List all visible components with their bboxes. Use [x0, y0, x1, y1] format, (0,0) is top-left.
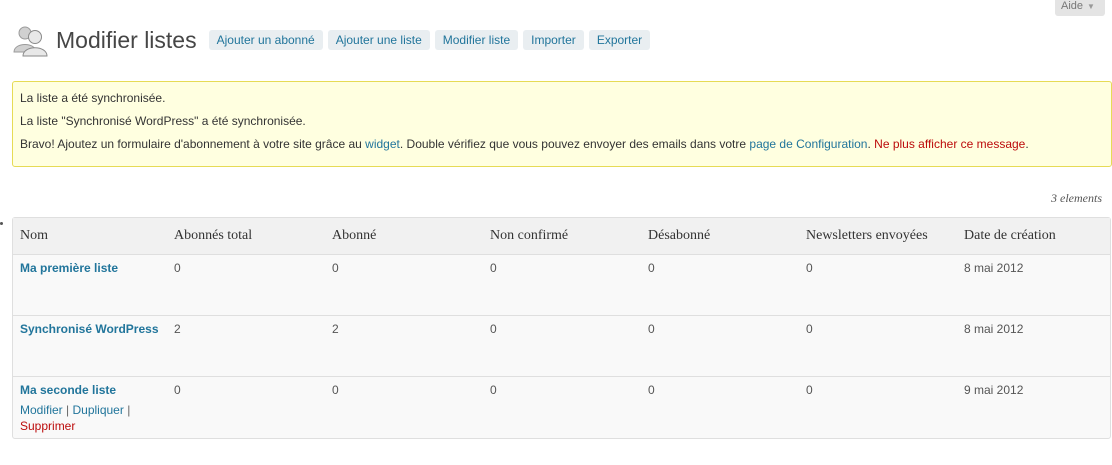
cell-total: 2: [167, 316, 325, 377]
widget-link[interactable]: widget: [365, 137, 400, 151]
notice-text: Bravo! Ajoutez un formulaire d'abonnemen…: [20, 137, 366, 151]
dismiss-message-link[interactable]: Ne plus afficher ce message: [874, 137, 1025, 151]
bullet-dot: [0, 222, 3, 225]
notice-line-wordpress-synced: La liste "Synchronisé WordPress" a été s…: [20, 114, 306, 128]
column-header-unconfirmed[interactable]: Non confirmé: [483, 218, 641, 255]
chevron-down-icon: ▼: [1087, 2, 1095, 11]
cell-unsubscribed: 0: [641, 255, 799, 316]
column-header-unsubscribed[interactable]: Désabonné: [641, 218, 799, 255]
cell-subscribed: 0: [325, 255, 483, 316]
table-row: Ma seconde liste Modifier | Dupliquer | S…: [13, 377, 1110, 438]
page-header: Modifier listes Ajouter un abonné Ajoute…: [12, 20, 655, 60]
notice-line-tips: Bravo! Ajoutez un formulaire d'abonnemen…: [20, 136, 1104, 152]
cell-unconfirmed: 0: [490, 383, 497, 397]
delete-link[interactable]: Supprimer: [20, 419, 75, 433]
help-tab-label: Aide: [1061, 0, 1084, 12]
cell-unsubscribed: 0: [648, 383, 655, 397]
column-header-total[interactable]: Abonnés total: [167, 218, 325, 255]
cell-total: 0: [167, 255, 325, 316]
items-count: 3 elements: [1051, 191, 1102, 205]
table-row: Ma première liste 0 0 0 0 0 8 mai 2012: [13, 255, 1110, 316]
list-name-link[interactable]: Ma première liste: [20, 261, 118, 275]
column-header-newsletters[interactable]: Newsletters envoyées: [799, 218, 957, 255]
configuration-page-link[interactable]: page de Configuration: [749, 137, 867, 151]
export-button[interactable]: Exporter: [588, 30, 651, 50]
table-header-row: Nom Abonnés total Abonné Non confirmé Dé…: [13, 218, 1110, 255]
cell-subscribed: 0: [332, 383, 339, 397]
notice-text: . Double vérifiez que vous pouvez envoye…: [399, 137, 750, 151]
add-list-button[interactable]: Ajouter une liste: [327, 30, 430, 50]
list-name-link[interactable]: Synchronisé WordPress: [20, 322, 159, 336]
cell-subscribed: 2: [325, 316, 483, 377]
help-tab[interactable]: Aide ▼: [1055, 0, 1105, 16]
page-title: Modifier listes: [56, 26, 197, 53]
update-notice: La liste a été synchronisée. La liste "S…: [12, 81, 1112, 167]
column-header-subscribed[interactable]: Abonné: [325, 218, 483, 255]
duplicate-link[interactable]: Dupliquer: [72, 403, 123, 417]
cell-unconfirmed: 0: [483, 316, 641, 377]
cell-newsletters: 0: [799, 255, 957, 316]
edit-link[interactable]: Modifier: [20, 403, 63, 417]
cell-date: 9 mai 2012: [964, 383, 1024, 397]
table-row: Synchronisé WordPress 2 2 0 0 0 8 mai 20…: [13, 316, 1110, 377]
import-button[interactable]: Importer: [523, 30, 584, 50]
column-header-created[interactable]: Date de création: [957, 218, 1110, 255]
separator: |: [123, 403, 131, 417]
cell-date: 8 mai 2012: [957, 316, 1110, 377]
list-name-link[interactable]: Ma seconde liste: [20, 383, 116, 397]
cell-newsletters: 0: [806, 383, 813, 397]
cell-unsubscribed: 0: [641, 316, 799, 377]
row-actions: Modifier | Dupliquer | Supprimer: [20, 402, 160, 434]
add-subscriber-button[interactable]: Ajouter un abonné: [208, 30, 323, 50]
cell-date: 8 mai 2012: [957, 255, 1110, 316]
users-icon: [13, 26, 48, 57]
notice-text: .: [1025, 137, 1029, 151]
cell-unconfirmed: 0: [483, 255, 641, 316]
column-header-name[interactable]: Nom: [13, 218, 167, 255]
notice-line-synced: La liste a été synchronisée.: [20, 91, 166, 105]
cell-newsletters: 0: [799, 316, 957, 377]
separator: |: [62, 403, 73, 417]
lists-table: Nom Abonnés total Abonné Non confirmé Dé…: [12, 217, 1111, 439]
edit-list-button[interactable]: Modifier liste: [434, 30, 519, 50]
cell-total: 0: [174, 383, 181, 397]
